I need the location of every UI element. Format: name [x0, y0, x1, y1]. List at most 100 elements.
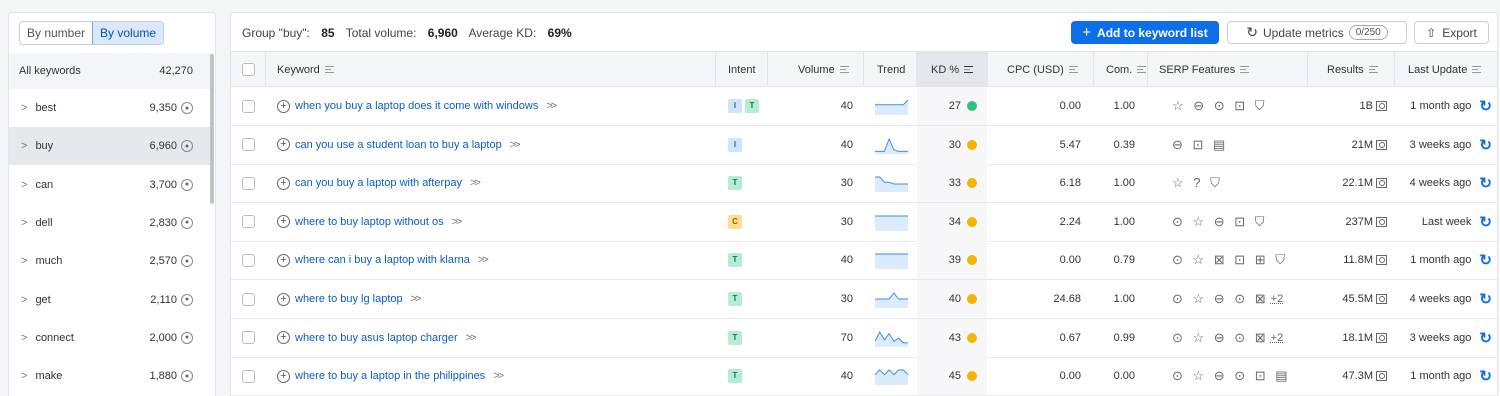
serp-feature-icons[interactable]: ☆ ? ⛉ — [1172, 175, 1223, 191]
refresh-icon[interactable]: ↻ — [1479, 174, 1492, 192]
row-checkbox[interactable] — [242, 241, 255, 279]
add-circle-icon[interactable]: + — [277, 369, 290, 383]
eye-icon[interactable]: ● — [181, 293, 193, 306]
add-to-keyword-list-button[interactable]: + Add to keyword list — [1071, 21, 1219, 44]
keyword-link[interactable]: can you use a student loan to buy a lapt… — [295, 139, 502, 151]
export-button[interactable]: ⇧ Export — [1414, 21, 1489, 44]
column-com[interactable]: Com. — [1106, 52, 1147, 87]
refresh-icon[interactable]: ↻ — [1479, 251, 1492, 269]
trend-area — [875, 215, 908, 231]
eye-icon[interactable]: ● — [181, 140, 193, 153]
add-circle-icon[interactable]: + — [277, 253, 290, 267]
sort-toggle[interactable]: By number By volume — [19, 21, 165, 45]
refresh-icon[interactable]: ↻ — [1479, 367, 1492, 385]
eye-icon[interactable]: ● — [181, 370, 193, 383]
serp-snapshot-icon[interactable] — [1376, 139, 1387, 150]
eye-icon[interactable]: ● — [181, 102, 193, 114]
add-circle-icon[interactable]: + — [277, 176, 290, 190]
row-checkbox[interactable] — [242, 203, 255, 241]
row-checkbox[interactable] — [242, 280, 255, 318]
keyword-link[interactable]: where to buy laptop without os — [295, 216, 444, 228]
results-value: 21M — [1351, 138, 1373, 151]
all-keywords-row[interactable]: All keywords 42,270 — [9, 53, 213, 89]
keyword-link[interactable]: when you buy a laptop does it come with … — [295, 100, 538, 112]
refresh-icon[interactable]: ↻ — [1479, 213, 1492, 231]
double-chevron-icon[interactable]: >> — [546, 100, 557, 112]
group-item-much[interactable]: > much 2,570 ● — [9, 242, 213, 280]
add-circle-icon[interactable]: + — [277, 292, 290, 306]
last-update-value: 4 weeks ago — [1409, 177, 1472, 190]
sort-icon — [1240, 66, 1250, 73]
group-item-buy[interactable]: > buy 6,960 ● — [9, 127, 213, 166]
column-cpc[interactable]: CPC (USD) — [1007, 52, 1078, 87]
groups-scrollbar[interactable] — [210, 54, 214, 204]
select-all-checkbox[interactable] — [242, 52, 255, 87]
group-item-get[interactable]: > get 2,110 ● — [9, 281, 213, 319]
refresh-icon[interactable]: ↻ — [1479, 290, 1492, 308]
serp-feature-icons[interactable]: ⊙ ☆ ⊖ ⊙ ⊠ — [1172, 291, 1269, 307]
column-kd[interactable]: KD % — [917, 52, 987, 87]
serp-feature-icons[interactable]: ☆ ⊖ ⊙ ⊡ ⛉ — [1172, 98, 1268, 114]
serp-snapshot-icon[interactable] — [1376, 332, 1387, 343]
serp-features-cell: ⊙ ☆ ⊖ ⊙ ⊠ +2 — [1172, 280, 1283, 318]
group-item-dell[interactable]: > dell 2,830 ● — [9, 204, 213, 242]
group-item-can[interactable]: > can 3,700 ● — [9, 166, 213, 204]
add-circle-icon[interactable]: + — [277, 331, 290, 345]
serp-feature-icons[interactable]: ⊙ ☆ ⊖ ⊙ ⊡ ▤ — [1172, 368, 1291, 384]
keyword-link[interactable]: where to buy asus laptop charger — [295, 332, 458, 344]
double-chevron-icon[interactable]: >> — [510, 139, 521, 151]
double-chevron-icon[interactable]: >> — [478, 254, 489, 266]
double-chevron-icon[interactable]: >> — [411, 293, 422, 305]
refresh-icon[interactable]: ↻ — [1479, 97, 1492, 115]
column-last-update[interactable]: Last Update — [1408, 52, 1482, 87]
group-item-make[interactable]: > make 1,880 ● — [9, 357, 213, 395]
serp-feature-icons[interactable]: ⊖ ⊡ ▤ — [1172, 137, 1228, 153]
group-item-best[interactable]: > best 9,350 ● — [9, 89, 213, 127]
serp-feature-icons[interactable]: ⊙ ☆ ⊖ ⊡ ⛉ — [1172, 214, 1268, 230]
by-volume-option[interactable]: By volume — [92, 22, 164, 44]
row-checkbox[interactable] — [242, 357, 255, 395]
update-metrics-button[interactable]: ↻ Update metrics 0/250 — [1227, 21, 1407, 44]
serp-more-link[interactable]: +2 — [1271, 332, 1284, 344]
double-chevron-icon[interactable]: >> — [452, 216, 463, 228]
refresh-icon[interactable]: ↻ — [1479, 136, 1492, 154]
column-volume[interactable]: Volume — [798, 52, 849, 87]
serp-feature-icons[interactable]: ⊙ ☆ ⊠ ⊡ ⊞ ⛉ — [1172, 252, 1288, 268]
column-intent[interactable]: Intent — [728, 52, 756, 87]
by-number-option[interactable]: By number — [20, 22, 92, 44]
serp-snapshot-icon[interactable] — [1376, 255, 1387, 266]
refresh-icon[interactable]: ↻ — [1479, 329, 1492, 347]
row-checkbox[interactable] — [242, 319, 255, 357]
eye-icon[interactable]: ● — [181, 216, 193, 229]
keyword-link[interactable]: where to buy lg laptop — [295, 293, 403, 305]
row-checkbox[interactable] — [242, 126, 255, 164]
serp-snapshot-icon[interactable] — [1376, 371, 1387, 382]
eye-icon[interactable]: ● — [181, 255, 193, 268]
serp-snapshot-icon[interactable] — [1376, 294, 1387, 304]
serp-more-link[interactable]: +2 — [1271, 293, 1284, 305]
sort-icon — [839, 66, 849, 73]
eye-icon[interactable]: ● — [181, 331, 193, 344]
keyword-link[interactable]: where to buy a laptop in the philippines — [295, 370, 485, 382]
keyword-link[interactable]: can you buy a laptop with afterpay — [295, 177, 462, 189]
column-keyword[interactable]: Keyword — [277, 52, 334, 87]
trend-sparkline — [875, 203, 909, 241]
intent-badge: T — [728, 292, 742, 306]
row-checkbox[interactable] — [242, 87, 255, 125]
eye-icon[interactable]: ● — [181, 178, 193, 191]
double-chevron-icon[interactable]: >> — [466, 332, 477, 344]
add-circle-icon[interactable]: + — [277, 138, 290, 152]
add-circle-icon[interactable]: + — [277, 215, 290, 229]
column-serp-features[interactable]: SERP Features — [1159, 52, 1250, 87]
column-results[interactable]: Results — [1327, 52, 1378, 87]
row-checkbox[interactable] — [242, 164, 255, 202]
add-circle-icon[interactable]: + — [277, 99, 290, 113]
double-chevron-icon[interactable]: >> — [470, 177, 481, 189]
serp-feature-icons[interactable]: ⊙ ☆ ⊖ ⊙ ⊠ — [1172, 330, 1269, 346]
group-item-connect[interactable]: > connect 2,000 ● — [9, 319, 213, 357]
serp-snapshot-icon[interactable] — [1376, 101, 1387, 111]
serp-snapshot-icon[interactable] — [1376, 178, 1387, 189]
serp-snapshot-icon[interactable] — [1376, 216, 1387, 227]
double-chevron-icon[interactable]: >> — [493, 370, 504, 382]
keyword-link[interactable]: where can i buy a laptop with klarna — [295, 254, 470, 266]
